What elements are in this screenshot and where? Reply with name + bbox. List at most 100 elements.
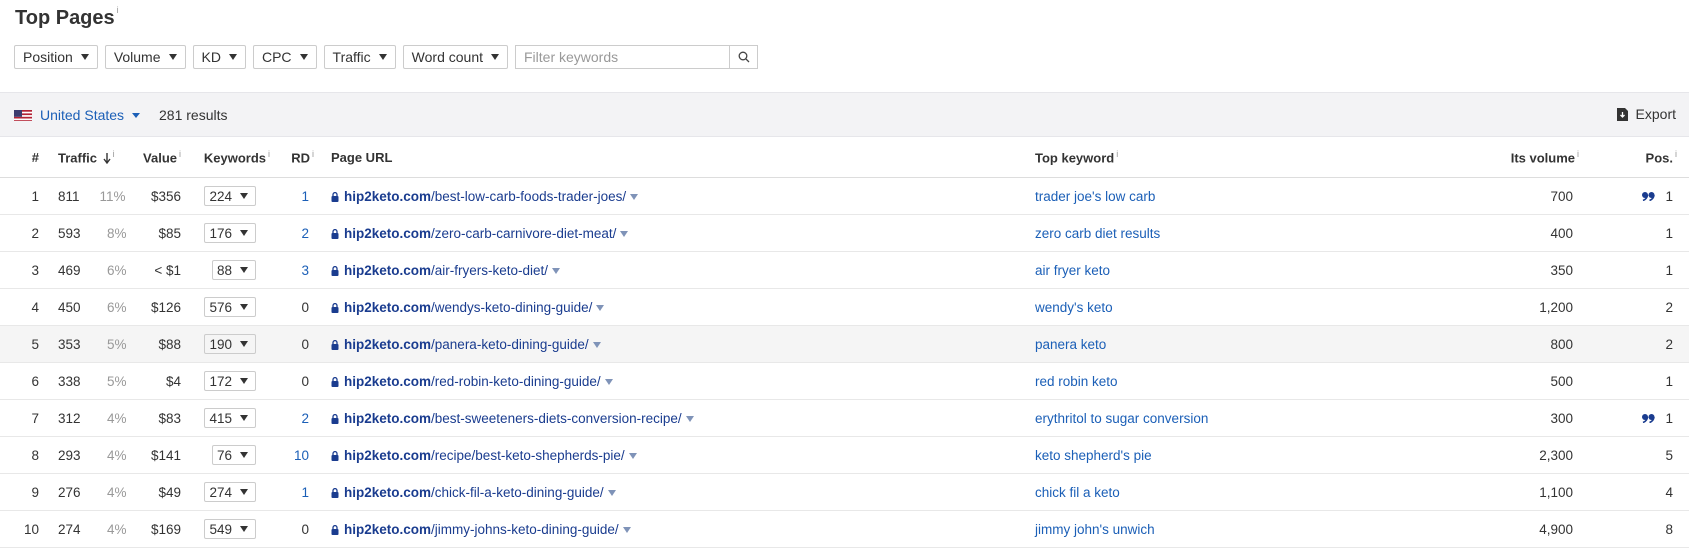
row-page-url: hip2keto.com/jimmy-johns-keto-dining-gui…	[323, 510, 1035, 548]
row-keywords: 549	[191, 510, 276, 548]
keywords-count: 190	[209, 336, 232, 352]
keywords-dropdown[interactable]: 76	[211, 445, 256, 465]
page-url-link[interactable]: hip2keto.com/chick-fil-a-keto-dining-gui…	[344, 485, 604, 500]
info-icon[interactable]: i	[1116, 149, 1118, 159]
url-menu-caret-icon[interactable]	[596, 304, 605, 311]
row-its-volume: 400	[1425, 214, 1583, 252]
col-header-traffic[interactable]: Traffic i	[44, 137, 126, 178]
keywords-dropdown[interactable]: 549	[204, 519, 256, 539]
table-row: 6 338 5% $4 172 0 hip2keto.com/red-robin-…	[0, 362, 1689, 400]
top-keyword-link[interactable]: wendy's keto	[1035, 300, 1113, 315]
col-header-its-volume[interactable]: Its volume i	[1425, 137, 1583, 178]
info-icon[interactable]: i	[312, 149, 314, 159]
featured-snippet-icon	[1642, 192, 1656, 202]
page-url-link[interactable]: hip2keto.com/wendys-keto-dining-guide/	[344, 300, 592, 315]
keywords-dropdown[interactable]: 88	[211, 260, 256, 280]
row-its-volume: 1,100	[1425, 473, 1583, 511]
page-url-link[interactable]: hip2keto.com/red-robin-keto-dining-guide…	[344, 374, 601, 389]
filter-bar: Position Volume KD CPC Traffic Word coun…	[14, 45, 758, 69]
keywords-dropdown[interactable]: 224	[204, 186, 256, 206]
cpc-filter-label: CPC	[261, 49, 292, 65]
word-count-filter-button[interactable]: Word count	[402, 45, 508, 69]
page-url-link[interactable]: hip2keto.com/best-low-carb-foods-trader-…	[344, 189, 626, 204]
top-keyword-link[interactable]: zero carb diet results	[1035, 226, 1160, 241]
col-header-rd[interactable]: RD i	[276, 137, 323, 178]
col-header-value[interactable]: Value i	[126, 137, 191, 178]
row-page-url: hip2keto.com/recipe/best-keto-shepherds-…	[323, 436, 1035, 474]
keywords-dropdown[interactable]: 176	[204, 223, 256, 243]
lock-icon	[331, 376, 339, 387]
row-rd[interactable]: 2	[276, 399, 323, 437]
top-keyword-link[interactable]: panera keto	[1035, 337, 1106, 352]
top-keyword-link[interactable]: chick fil a keto	[1035, 485, 1120, 500]
info-icon[interactable]: i	[1675, 149, 1677, 159]
col-header-keywords[interactable]: Keywords i	[191, 137, 276, 178]
keywords-dropdown[interactable]: 415	[204, 408, 256, 428]
row-rd[interactable]: 0	[276, 510, 323, 548]
export-button[interactable]: Export	[1616, 106, 1676, 122]
url-menu-caret-icon[interactable]	[604, 378, 613, 385]
url-menu-caret-icon[interactable]	[620, 230, 629, 237]
col-header-num: #	[0, 137, 44, 178]
country-selector[interactable]: United States	[14, 107, 141, 123]
search-button[interactable]	[729, 45, 758, 69]
col-header-top-keyword[interactable]: Top keyword i	[1035, 137, 1425, 178]
page-url-link[interactable]: hip2keto.com/recipe/best-keto-shepherds-…	[344, 448, 625, 463]
row-rd[interactable]: 3	[276, 251, 323, 289]
url-menu-caret-icon[interactable]	[592, 341, 601, 348]
info-icon[interactable]: i	[117, 5, 119, 15]
caret-down-icon	[240, 489, 248, 495]
url-domain: hip2keto.com	[344, 410, 432, 426]
volume-filter-button[interactable]: Volume	[104, 45, 186, 69]
info-icon[interactable]: i	[179, 149, 181, 159]
row-pos: 8	[1583, 510, 1689, 548]
row-traffic: 811 11%	[44, 177, 126, 215]
info-icon[interactable]: i	[113, 149, 115, 159]
top-keyword-link[interactable]: jimmy john's unwich	[1035, 522, 1155, 537]
table-body: 1 811 11% $356 224 1 hip2keto.com/best-lo…	[0, 177, 1689, 548]
row-rd[interactable]: 2	[276, 214, 323, 252]
top-keyword-link[interactable]: trader joe's low carb	[1035, 189, 1155, 204]
info-icon[interactable]: i	[1577, 149, 1579, 159]
top-keyword-link[interactable]: red robin keto	[1035, 374, 1118, 389]
kd-filter-button[interactable]: KD	[192, 45, 246, 69]
filter-keywords-input[interactable]	[515, 45, 729, 69]
url-menu-caret-icon[interactable]	[628, 452, 637, 459]
row-its-volume: 700	[1425, 177, 1583, 215]
keywords-dropdown[interactable]: 274	[204, 482, 256, 502]
col-rd-label: RD	[291, 150, 310, 166]
page-url-link[interactable]: hip2keto.com/air-fryers-keto-diet/	[344, 263, 548, 278]
info-icon[interactable]: i	[268, 149, 270, 159]
row-rd[interactable]: 0	[276, 325, 323, 363]
row-rd[interactable]: 0	[276, 362, 323, 400]
cpc-filter-button[interactable]: CPC	[252, 45, 317, 69]
url-menu-caret-icon[interactable]	[552, 267, 561, 274]
page-url-link[interactable]: hip2keto.com/best-sweeteners-diets-conve…	[344, 411, 682, 426]
col-top-keyword-label: Top keyword	[1035, 150, 1115, 166]
url-menu-caret-icon[interactable]	[630, 193, 639, 200]
row-rd[interactable]: 1	[276, 473, 323, 511]
page-url-link[interactable]: hip2keto.com/zero-carb-carnivore-diet-me…	[344, 226, 616, 241]
col-header-pos[interactable]: Pos. i	[1583, 137, 1689, 178]
row-page-url: hip2keto.com/zero-carb-carnivore-diet-me…	[323, 214, 1035, 252]
row-traffic: 276 4%	[44, 473, 127, 511]
row-rd[interactable]: 1	[276, 177, 323, 215]
keywords-dropdown[interactable]: 576	[204, 297, 256, 317]
row-rd[interactable]: 10	[276, 436, 323, 474]
url-menu-caret-icon[interactable]	[607, 489, 616, 496]
keywords-dropdown[interactable]: 172	[204, 371, 256, 391]
top-keyword-link[interactable]: erythritol to sugar conversion	[1035, 411, 1208, 426]
url-menu-caret-icon[interactable]	[685, 415, 694, 422]
top-keyword-link[interactable]: keto shepherd's pie	[1035, 448, 1152, 463]
url-menu-caret-icon[interactable]	[622, 526, 631, 533]
position-filter-button[interactable]: Position	[14, 45, 98, 69]
row-rd[interactable]: 0	[276, 288, 323, 326]
page-url-link[interactable]: hip2keto.com/jimmy-johns-keto-dining-gui…	[344, 522, 619, 537]
traffic-value: 811	[58, 188, 80, 204]
results-count: 281 results	[159, 107, 228, 123]
row-traffic: 338 5%	[44, 362, 127, 400]
top-keyword-link[interactable]: air fryer keto	[1035, 263, 1110, 278]
keywords-dropdown[interactable]: 190	[204, 334, 256, 354]
page-url-link[interactable]: hip2keto.com/panera-keto-dining-guide/	[344, 337, 589, 352]
traffic-filter-button[interactable]: Traffic	[323, 45, 396, 69]
